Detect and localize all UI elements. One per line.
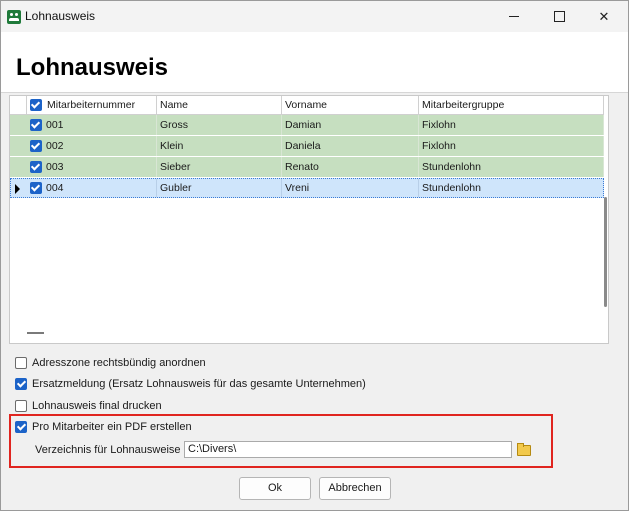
checkbox-box[interactable] (15, 400, 27, 412)
horizontal-scrollbar[interactable] (27, 332, 44, 334)
app-icon (7, 10, 21, 24)
column-header-label: Mitarbeiternummer (47, 99, 136, 111)
column-header-mitarbeitergruppe[interactable]: Mitarbeitergruppe (419, 96, 604, 114)
cell-number: 003 (43, 157, 157, 177)
cell-number: 001 (43, 115, 157, 135)
folder-icon[interactable] (515, 441, 531, 457)
cell-gruppe: Stundenlohn (422, 182, 481, 194)
cell-name: Klein (157, 136, 282, 156)
table-row-selected[interactable]: 004 Gubler Vreni Stundenlohn (10, 178, 604, 198)
column-header-name[interactable]: Name (157, 96, 282, 114)
table-row[interactable]: 003 Sieber Renato Stundenlohn (10, 157, 604, 177)
cell-gruppe: Fixlohn (419, 136, 604, 156)
checkbox-label: Pro Mitarbeiter ein PDF erstellen (32, 421, 192, 433)
cell-number: 002 (43, 136, 157, 156)
cell-name: Sieber (157, 157, 282, 177)
cell-vorname: Renato (282, 157, 419, 177)
grid-header: Mitarbeiternummer Name Vorname Mitarbeit… (10, 96, 604, 115)
cell-gruppe: Stundenlohn (419, 157, 604, 177)
maximize-icon[interactable] (536, 1, 582, 32)
checkbox-box[interactable] (15, 357, 27, 369)
cell-vorname: Daniela (282, 136, 419, 156)
window-title: Lohnausweis (25, 9, 96, 23)
page-title: Lohnausweis (16, 54, 169, 81)
table-row[interactable]: 001 Gross Damian Fixlohn (10, 115, 604, 135)
row-selector-header (10, 96, 27, 114)
cell-number: 004 (43, 179, 157, 197)
current-row-arrow-icon (15, 184, 20, 194)
column-header-vorname[interactable]: Vorname (282, 96, 419, 114)
checkbox-box[interactable] (15, 421, 27, 433)
select-all-checkbox[interactable] (30, 99, 42, 111)
row-selector[interactable] (10, 157, 27, 177)
checkbox-label: Lohnausweis final drucken (32, 400, 162, 412)
vertical-scrollbar[interactable] (604, 197, 607, 307)
cancel-button[interactable]: Abbrechen (319, 477, 391, 500)
row-checkbox[interactable] (30, 161, 42, 173)
minimize-icon[interactable] (491, 1, 537, 32)
ok-button[interactable]: Ok (239, 477, 311, 500)
directory-label: Verzeichnis für Lohnausweise (35, 444, 181, 456)
row-checkbox[interactable] (30, 140, 42, 152)
row-selector[interactable] (11, 179, 28, 199)
employee-grid[interactable]: Mitarbeiternummer Name Vorname Mitarbeit… (9, 95, 609, 344)
row-selector[interactable] (10, 136, 27, 156)
checkbox-label: Ersatzmeldung (Ersatz Lohnausweis für da… (32, 378, 366, 390)
row-checkbox[interactable] (30, 182, 42, 194)
cell-gruppe: Fixlohn (419, 115, 604, 135)
title-bar: Lohnausweis (1, 1, 628, 32)
row-selector[interactable] (10, 115, 27, 135)
cell-name: Gross (157, 115, 282, 135)
cell-name: Gubler (157, 179, 282, 197)
checkbox-label: Adresszone rechtsbündig anordnen (32, 357, 206, 369)
checkbox-box[interactable] (15, 378, 27, 390)
close-icon[interactable] (581, 1, 627, 32)
directory-input[interactable]: C:\Divers\ (184, 441, 512, 458)
cell-vorname: Vreni (282, 179, 419, 197)
column-header-mitarbeiternummer[interactable]: Mitarbeiternummer (27, 96, 157, 114)
table-row[interactable]: 002 Klein Daniela Fixlohn (10, 136, 604, 156)
cell-vorname: Damian (282, 115, 419, 135)
dialog-window: Lohnausweis Lohnausweis Mitarbeiternumme… (0, 0, 629, 511)
row-checkbox[interactable] (30, 119, 42, 131)
